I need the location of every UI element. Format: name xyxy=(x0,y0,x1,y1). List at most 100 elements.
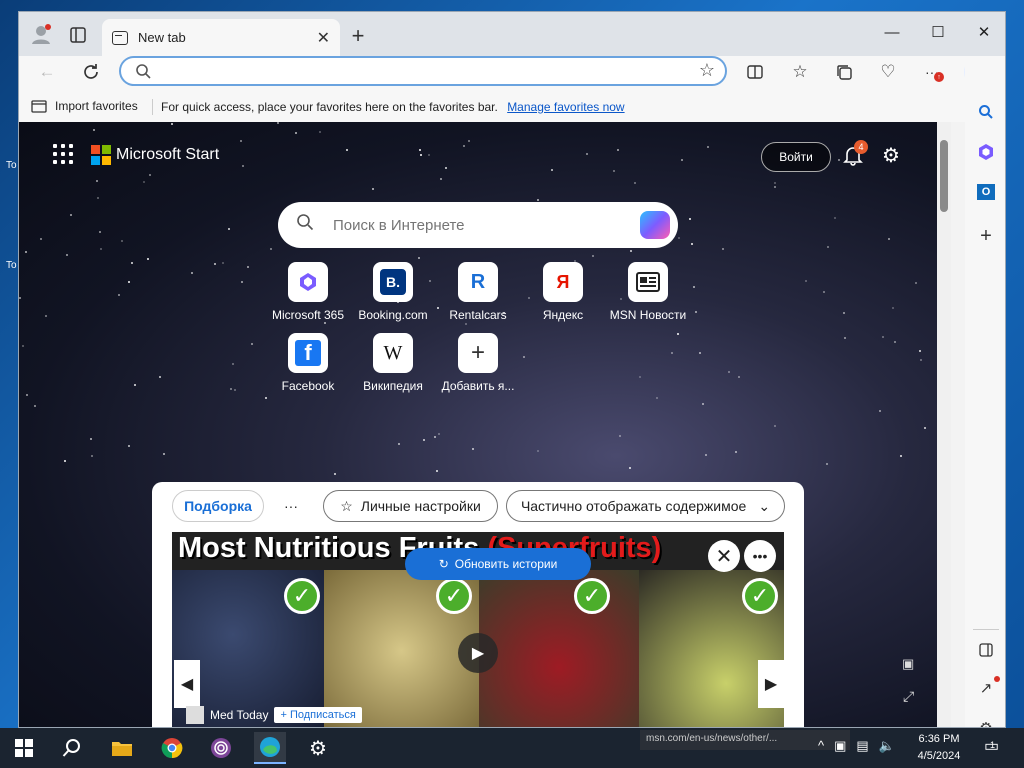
expand-icon[interactable]: ⤢ xyxy=(903,688,914,705)
favorite-star-icon[interactable]: ☆ xyxy=(699,60,715,81)
close-tab-icon[interactable]: ✕ xyxy=(317,28,330,48)
manage-favorites-link[interactable]: Manage favorites now xyxy=(507,100,624,114)
tab-new-tab[interactable]: New tab ✕ xyxy=(102,19,340,56)
maximize-button[interactable]: ☐ xyxy=(915,12,961,52)
desktop-icon-label[interactable]: To xyxy=(6,160,17,171)
scrollbar-thumb[interactable] xyxy=(940,140,948,212)
favorites-hint: For quick access, place your favorites h… xyxy=(161,100,625,114)
quick-link-rentalcars[interactable]: R Rentalcars xyxy=(438,262,518,322)
star xyxy=(247,266,249,268)
back-button[interactable]: ← xyxy=(35,60,59,84)
security-icon[interactable]: ▣ xyxy=(834,738,846,754)
star xyxy=(537,450,539,452)
close-icon[interactable]: ✕ xyxy=(708,540,740,572)
file-explorer-icon[interactable] xyxy=(106,732,138,764)
customize-gear-icon[interactable]: ⚙ xyxy=(974,716,998,727)
feed-more-button[interactable]: ··· xyxy=(276,490,306,522)
copilot-icon[interactable] xyxy=(640,211,670,239)
volume-icon[interactable]: 🔈 xyxy=(879,738,895,754)
star xyxy=(423,439,425,441)
search-input[interactable] xyxy=(333,215,623,235)
favorites-icon[interactable]: ☆ xyxy=(788,60,812,84)
quick-link-label: Facebook xyxy=(281,379,335,393)
hide-sidebar-icon[interactable] xyxy=(974,638,998,662)
browser-essentials-icon[interactable]: ♡ xyxy=(876,60,900,84)
edge-icon[interactable] xyxy=(254,732,286,764)
video-card[interactable]: Most Nutritious Fruits (Superfruits) ✓ ✓… xyxy=(172,532,784,727)
clock[interactable]: 6:36 PM 4/5/2024 xyxy=(906,731,972,765)
star xyxy=(671,352,673,354)
chevron-up-icon[interactable]: ^ xyxy=(818,738,824,754)
follow-button[interactable]: + Подписаться xyxy=(274,707,362,723)
sign-in-button[interactable]: Войти xyxy=(761,142,831,172)
brand-title: Microsoft Start xyxy=(116,146,220,163)
split-screen-icon[interactable] xyxy=(743,60,767,84)
personalize-button[interactable]: ☆ Личные настройки xyxy=(323,490,498,522)
close-window-button[interactable]: ✕ xyxy=(961,12,1005,52)
copilot-icon[interactable] xyxy=(974,140,998,164)
quick-link-label: Rentalcars xyxy=(449,308,507,322)
tab-actions-icon[interactable] xyxy=(67,24,89,46)
quick-link-microsoft365[interactable]: Microsoft 365 xyxy=(268,262,348,322)
search-icon[interactable] xyxy=(56,732,88,764)
image-icon[interactable]: ▣ xyxy=(902,656,914,672)
chrome-icon[interactable] xyxy=(156,732,188,764)
import-favorites-button[interactable]: Import favorites xyxy=(31,99,138,113)
star xyxy=(693,286,695,288)
tor-browser-icon[interactable] xyxy=(205,732,237,764)
new-tab-button[interactable]: + xyxy=(346,23,370,48)
desktop-icon-label[interactable]: To xyxy=(6,260,17,271)
add-sidebar-app-icon[interactable]: + xyxy=(974,224,998,248)
wikipedia-icon: W xyxy=(373,333,413,373)
next-arrow-icon[interactable]: ▶ xyxy=(758,660,784,708)
star xyxy=(324,322,326,324)
quick-link-booking[interactable]: B. Booking.com xyxy=(353,262,433,322)
refresh-button[interactable] xyxy=(79,60,103,84)
toolbar: ← ☆ ☆ ♡ ··· ↑ b xyxy=(19,56,1005,94)
quick-link-msn-news[interactable]: MSN Новости xyxy=(608,262,688,322)
collections-icon[interactable] xyxy=(832,60,856,84)
network-icon[interactable]: ▤ xyxy=(856,738,868,754)
star xyxy=(735,451,737,453)
star xyxy=(19,297,21,299)
star xyxy=(691,243,693,245)
content-visibility-dropdown[interactable]: Частично отображать содержимое ⌄ xyxy=(506,490,785,522)
star xyxy=(551,169,553,171)
previous-arrow-icon[interactable]: ◀ xyxy=(174,660,200,708)
quick-link-yandex[interactable]: Я Яндекс xyxy=(523,262,603,322)
quick-link-wikipedia[interactable]: W Википедия xyxy=(353,333,433,393)
star xyxy=(242,165,244,167)
app-launcher-icon[interactable] xyxy=(53,144,73,164)
star xyxy=(826,463,828,465)
minimize-button[interactable]: — xyxy=(869,12,915,52)
profile-icon[interactable] xyxy=(29,22,53,46)
quick-link-label: MSN Новости xyxy=(609,308,687,322)
more-options-icon[interactable]: ••• xyxy=(744,540,776,572)
star xyxy=(537,199,539,201)
star xyxy=(128,445,130,447)
scrollbar[interactable] xyxy=(937,122,951,727)
star xyxy=(143,181,145,183)
settings-and-more-icon[interactable]: ··· ↑ xyxy=(920,60,944,84)
outlook-icon[interactable]: O xyxy=(974,180,998,204)
star xyxy=(434,436,436,438)
tab-selection[interactable]: Подборка xyxy=(172,490,264,522)
checkmark-icon: ✓ xyxy=(742,578,778,614)
source-name[interactable]: Med Today xyxy=(210,708,268,722)
search-icon[interactable] xyxy=(974,100,998,124)
quick-link-facebook[interactable]: f Facebook xyxy=(268,333,348,393)
windows-start-icon[interactable] xyxy=(8,732,40,764)
search-icon xyxy=(135,63,152,85)
web-search-box[interactable] xyxy=(278,202,678,248)
action-center-icon[interactable]: ▭ 1 xyxy=(984,736,999,756)
address-input[interactable] xyxy=(161,62,681,82)
external-link-icon[interactable]: ↗ xyxy=(974,676,1000,700)
quick-link-add[interactable]: + Добавить я... xyxy=(438,333,518,393)
refresh-stories-button[interactable]: ↻ Обновить истории xyxy=(405,548,591,580)
play-icon[interactable]: ▶ xyxy=(458,633,498,673)
address-bar[interactable]: ☆ xyxy=(119,56,727,86)
settings-gear-icon[interactable]: ⚙ xyxy=(302,732,334,764)
import-icon xyxy=(31,100,47,113)
quick-link-label: Microsoft 365 xyxy=(271,308,345,322)
gear-icon[interactable]: ⚙ xyxy=(882,143,900,168)
